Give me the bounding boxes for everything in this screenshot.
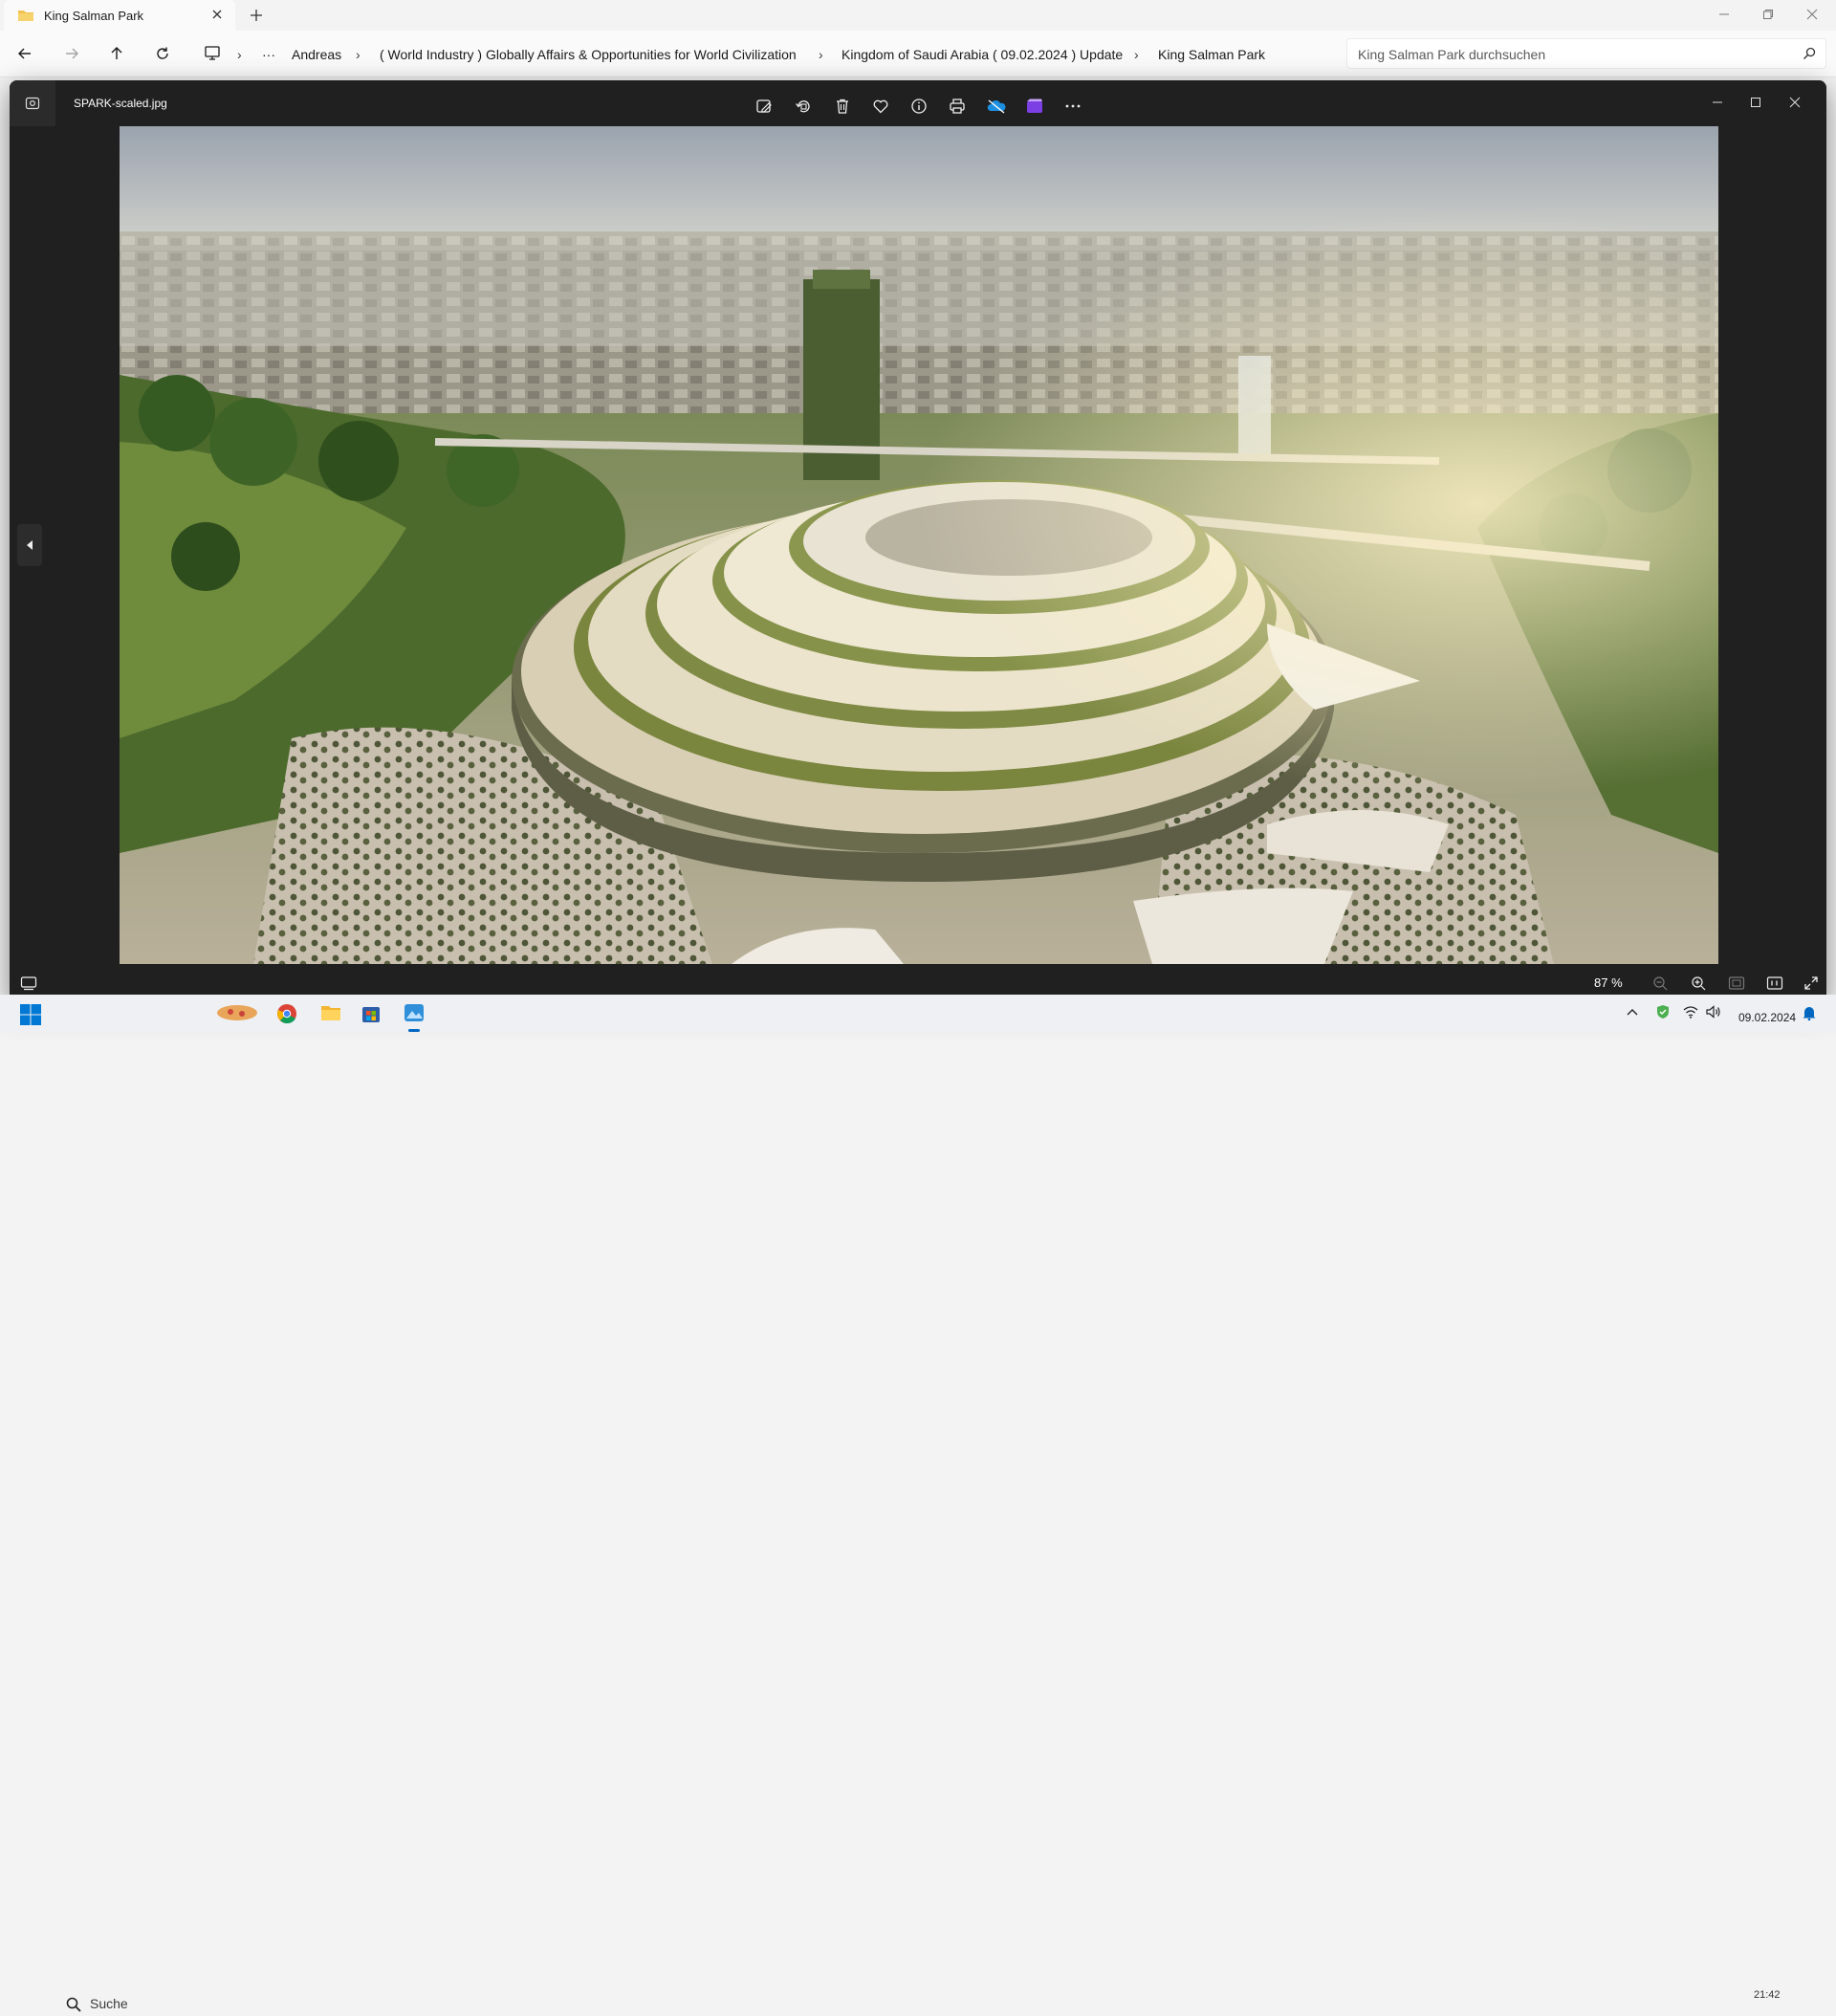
actual-size-button[interactable] [1763,972,1786,995]
zoom-in-icon [1692,976,1706,991]
breadcrumb-item-king-salman-park[interactable]: King Salman Park [1158,47,1265,62]
filmstrip-toggle-button[interactable] [17,972,40,995]
more-button[interactable] [1060,94,1085,119]
viewer-close-button[interactable] [1781,88,1809,117]
actual-size-icon [1766,976,1783,990]
tab-king-salman-park[interactable]: King Salman Park [4,0,235,31]
print-icon [950,99,965,114]
arrow-left-icon [18,48,31,59]
taskbar-search[interactable]: Suche [57,1993,258,2016]
search-icon[interactable] [1803,47,1816,60]
viewer-minimize-button[interactable] [1703,88,1732,117]
caret-left-icon [27,540,33,550]
favorite-icon [873,99,888,114]
explorer-tab-bar: King Salman Park [0,0,1836,31]
breadcrumb-overflow[interactable]: ··· [262,47,275,62]
photos-taskbar-icon[interactable] [403,1001,426,1024]
viewer-title-bar: SPARK-scaled.jpg [10,80,1826,126]
filmstrip-icon [20,976,37,991]
search-icon [65,1996,82,2013]
chevron-right-icon[interactable]: › [1134,47,1139,62]
new-tab-icon[interactable] [249,8,264,23]
edit-image-icon [756,99,772,113]
refresh-icon [157,47,168,59]
back-button[interactable] [14,43,35,64]
favorite-button[interactable] [868,94,893,119]
photos-app-icon [10,80,55,126]
onedrive-button[interactable] [984,94,1009,119]
chevron-right-icon[interactable]: › [237,47,242,62]
arrow-up-icon [111,47,122,59]
info-icon [911,99,927,114]
chevron-right-icon[interactable]: › [356,47,361,62]
edit-image-button[interactable] [752,94,776,119]
displayed-photo [120,126,1718,964]
close-window-button[interactable] [1790,0,1834,29]
restore-window-button[interactable] [1746,0,1790,29]
clipchamp-icon [1027,99,1042,113]
tab-title: King Salman Park [44,9,144,23]
microsoft-store-icon[interactable] [361,1003,382,1024]
breadcrumb-item-world-industry[interactable]: ( World Industry ) Globally Affairs & Op… [380,47,797,62]
print-button[interactable] [945,94,970,119]
chrome-icon[interactable] [276,1003,297,1024]
rotate-icon [796,100,810,113]
breadcrumb-item-andreas[interactable]: Andreas [292,47,341,62]
zoom-level[interactable]: 87 % [1594,975,1623,990]
zoom-out-button[interactable] [1649,972,1672,995]
breadcrumb-item-saudi-arabia[interactable]: Kingdom of Saudi Arabia ( 09.02.2024 ) U… [842,47,1123,62]
expand-icon [1804,976,1818,990]
delete-button[interactable] [830,94,855,119]
folder-icon [17,9,34,22]
fullscreen-button[interactable] [1800,972,1823,995]
zoom-in-button[interactable] [1687,972,1710,995]
fit-window-icon [1728,976,1745,990]
file-explorer-icon[interactable] [320,1003,341,1022]
close-tab-icon[interactable] [210,8,224,21]
clipchamp-button[interactable] [1022,94,1047,119]
notification-bell-icon[interactable] [1802,1005,1817,1020]
volume-icon[interactable] [1706,1005,1721,1019]
fit-to-window-button[interactable] [1725,972,1748,995]
previous-photo-button[interactable] [17,524,42,566]
refresh-button[interactable] [152,43,173,64]
search-placeholder: King Salman Park durchsuchen [1358,47,1546,62]
taskbar-date[interactable]: 09.02.2024 [1738,1011,1796,1024]
more-icon [1065,104,1081,108]
search-input[interactable]: King Salman Park durchsuchen [1346,38,1826,69]
taskbar-time[interactable]: 21:42 [1754,1989,1781,2001]
search-highlight-icon[interactable] [215,1001,259,1024]
taskbar-search-label: Suche [90,1996,128,2011]
arrow-right-icon [66,48,78,59]
file-name: SPARK-scaled.jpg [74,97,167,110]
wifi-icon[interactable] [1683,1005,1698,1019]
delete-icon [837,99,848,114]
chevron-up-icon[interactable] [1626,1006,1639,1019]
park-rendering-image [120,126,1718,964]
active-app-indicator [408,1029,420,1032]
photos-viewer-window: SPARK-scaled.jpg 87 % [10,80,1826,1002]
windows-start-icon[interactable] [19,1003,42,1026]
viewer-maximize-button[interactable] [1741,88,1770,117]
up-button[interactable] [106,43,127,64]
rotate-button[interactable] [791,94,816,119]
info-button[interactable] [907,94,931,119]
zoom-out-icon [1653,976,1668,991]
chevron-right-icon[interactable]: › [819,47,823,62]
minimize-window-button[interactable] [1702,0,1746,29]
this-pc-icon[interactable] [204,44,221,61]
forward-button[interactable] [61,43,82,64]
windows-taskbar: Suche 21:42 09.02.2024 [0,995,1836,2012]
security-shield-icon[interactable] [1655,1004,1671,1019]
onedrive-icon [987,99,1006,114]
